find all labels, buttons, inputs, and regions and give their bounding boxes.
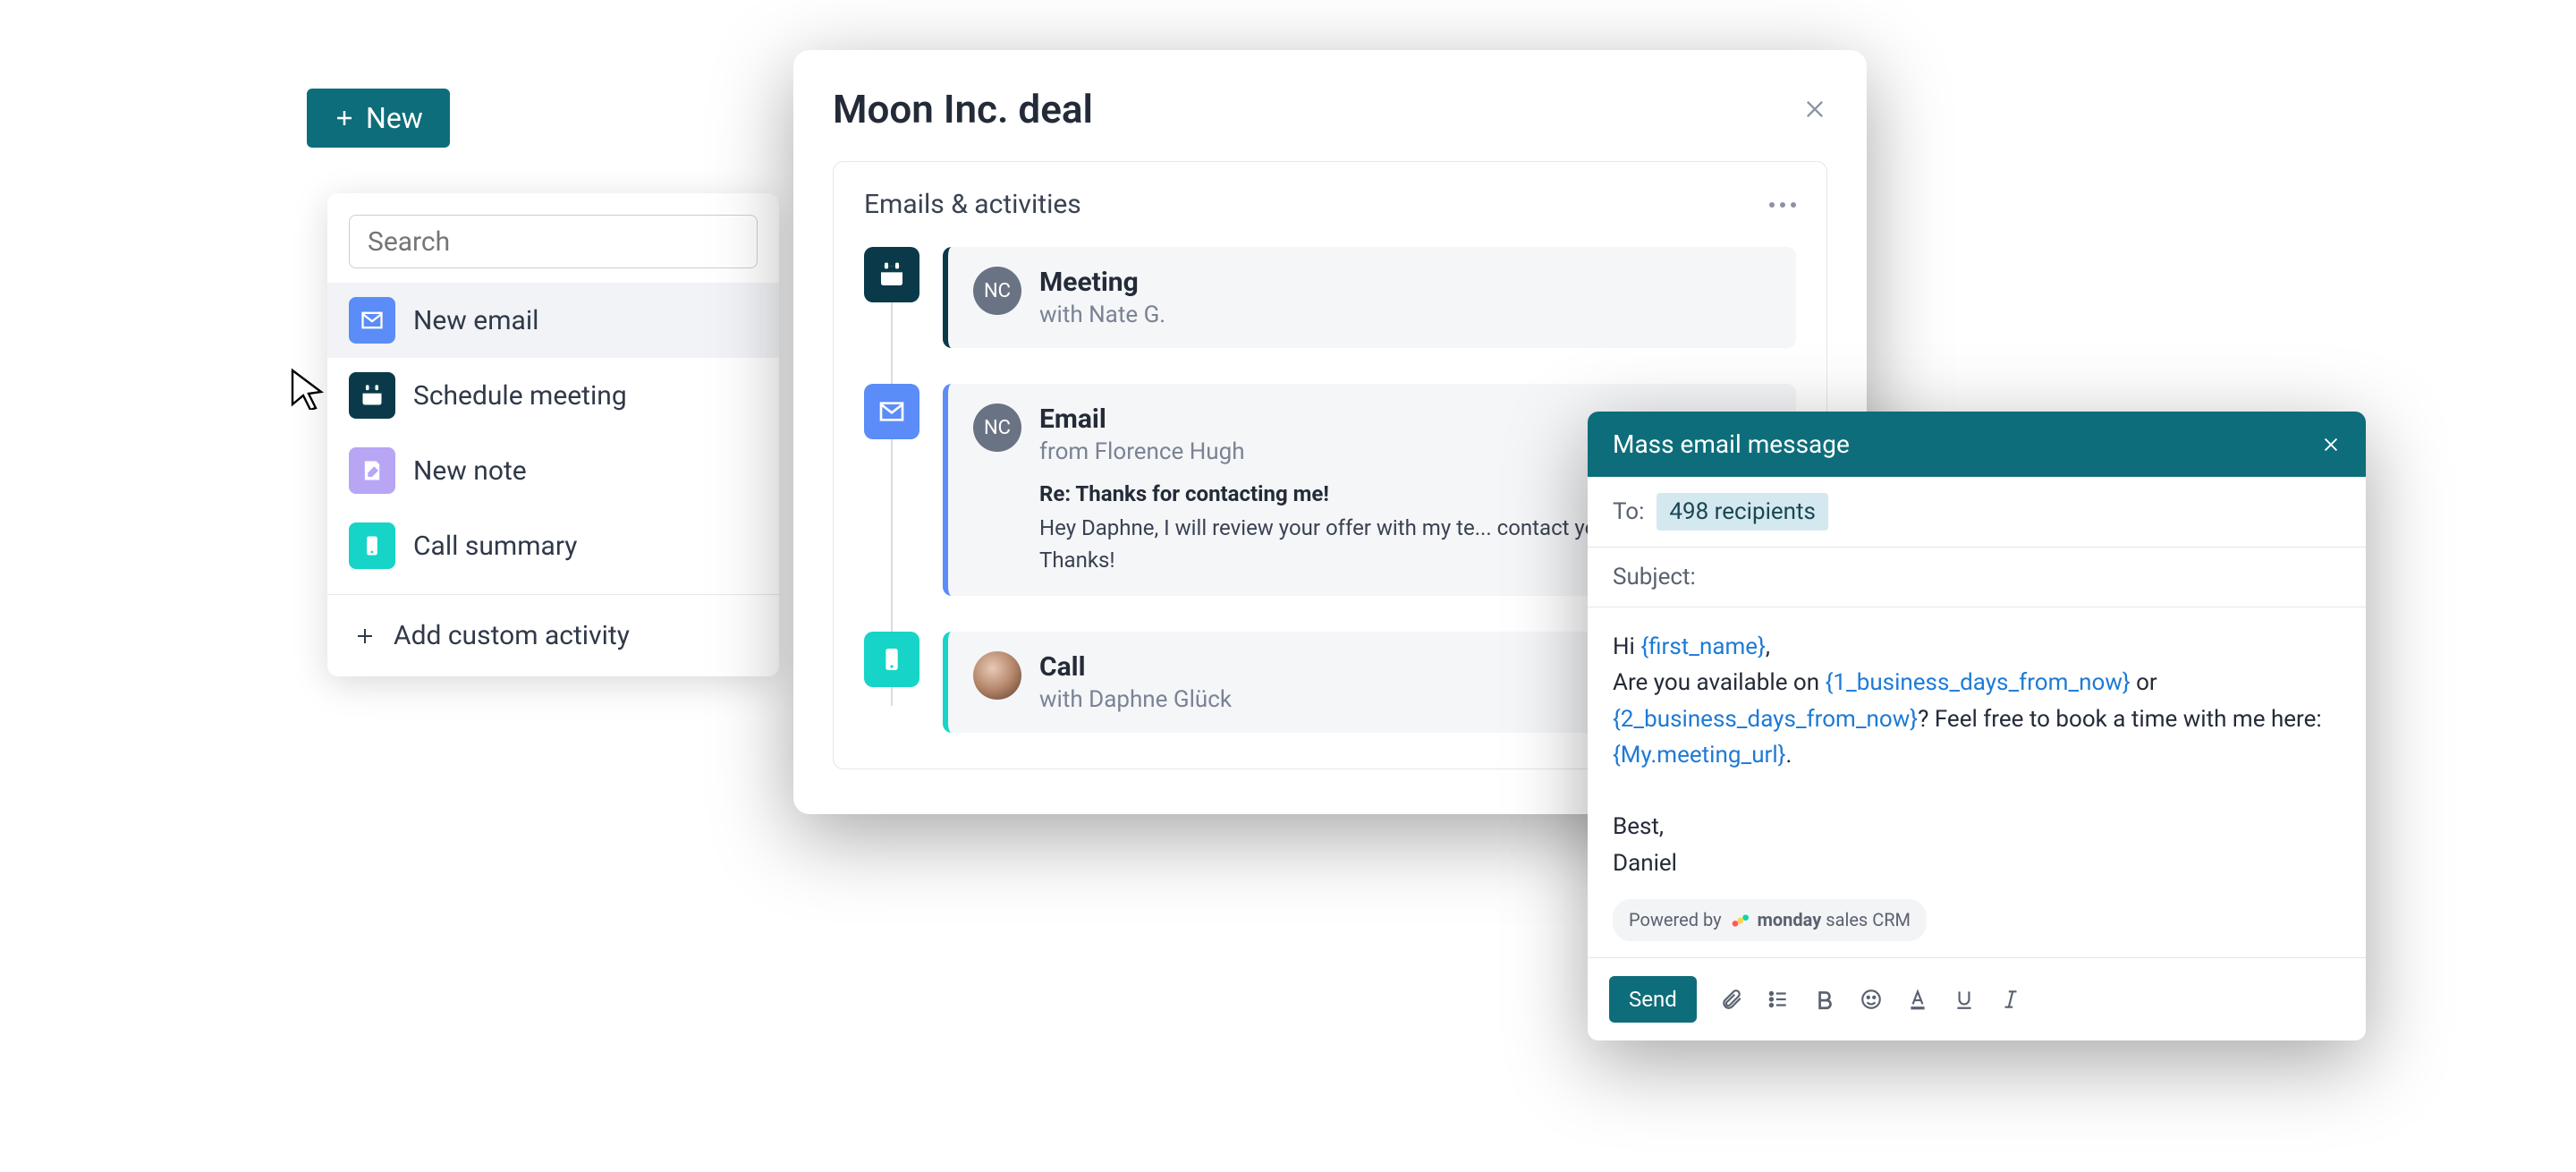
activity-menu: New email Schedule meeting New note Call…	[327, 193, 779, 676]
list-icon[interactable]	[1767, 988, 1790, 1011]
menu-item-label: Call summary	[413, 531, 577, 562]
more-icon[interactable]	[1769, 202, 1796, 208]
phone-icon	[349, 522, 395, 569]
menu-item-label: Schedule meeting	[413, 380, 627, 412]
bold-icon[interactable]	[1813, 988, 1836, 1011]
to-row[interactable]: To: 498 recipients	[1588, 477, 2366, 548]
menu-item-label: New email	[413, 305, 538, 336]
timeline-title: Meeting	[1039, 267, 1165, 298]
attachment-icon[interactable]	[1720, 988, 1743, 1011]
timeline-subtitle: with Nate G.	[1039, 301, 1165, 328]
powered-by-badge: Powered by monday sales CRM	[1613, 899, 1927, 941]
token-date2: {2_business_days_from_now}	[1613, 706, 1918, 733]
monday-logo-icon	[1731, 912, 1749, 930]
section-title: Emails & activities	[864, 189, 1081, 220]
close-icon[interactable]	[2321, 435, 2341, 454]
menu-item-call-summary[interactable]: Call summary	[327, 508, 779, 583]
token-first-name: {first_name}	[1640, 633, 1766, 660]
avatar: NC	[973, 403, 1021, 452]
search-input[interactable]	[349, 215, 758, 268]
signature: Daniel	[1613, 845, 2341, 881]
new-button-label: New	[366, 101, 423, 135]
note-icon	[349, 447, 395, 494]
recipients-chip[interactable]: 498 recipients	[1657, 493, 1828, 531]
email-icon	[864, 384, 919, 439]
calendar-icon	[349, 372, 395, 419]
underline-icon[interactable]	[1953, 988, 1976, 1011]
timeline-item-meeting[interactable]: NC Meeting with Nate G.	[864, 247, 1796, 348]
plus-icon	[334, 107, 355, 129]
close-icon[interactable]	[1802, 97, 1827, 122]
cursor-icon	[285, 367, 328, 410]
add-custom-activity[interactable]: Add custom activity	[327, 595, 779, 676]
token-date1: {1_business_days_from_now}	[1826, 669, 2131, 696]
menu-item-new-note[interactable]: New note	[327, 433, 779, 508]
new-button[interactable]: New	[307, 89, 450, 148]
menu-item-label: New note	[413, 455, 527, 487]
composer-body[interactable]: Hi {first_name}, Are you available on {1…	[1588, 607, 2366, 957]
text-color-icon[interactable]	[1906, 988, 1929, 1011]
emoji-icon[interactable]	[1860, 988, 1883, 1011]
subject-label: Subject:	[1613, 564, 1696, 590]
send-button[interactable]: Send	[1609, 976, 1697, 1023]
italic-icon[interactable]	[1999, 988, 2022, 1011]
timeline-subtitle: with Daphne Glück	[1039, 686, 1232, 713]
avatar	[973, 651, 1021, 700]
email-icon	[349, 297, 395, 344]
menu-item-schedule-meeting[interactable]: Schedule meeting	[327, 358, 779, 433]
token-meeting-url: {My.meeting_url}	[1613, 742, 1785, 769]
calendar-icon	[864, 247, 919, 302]
deal-title: Moon Inc. deal	[833, 86, 1093, 132]
to-label: To:	[1613, 498, 1644, 525]
signoff: Best,	[1613, 809, 2341, 845]
composer-title: Mass email message	[1613, 429, 1850, 459]
subject-row[interactable]: Subject:	[1588, 548, 2366, 607]
composer-toolbar: Send	[1588, 957, 2366, 1040]
plus-icon	[354, 625, 376, 647]
email-composer: Mass email message To: 498 recipients Su…	[1588, 412, 2366, 1040]
add-custom-label: Add custom activity	[394, 620, 630, 651]
avatar: NC	[973, 267, 1021, 315]
timeline-title: Call	[1039, 651, 1232, 683]
phone-icon	[864, 632, 919, 687]
menu-item-new-email[interactable]: New email	[327, 283, 779, 358]
